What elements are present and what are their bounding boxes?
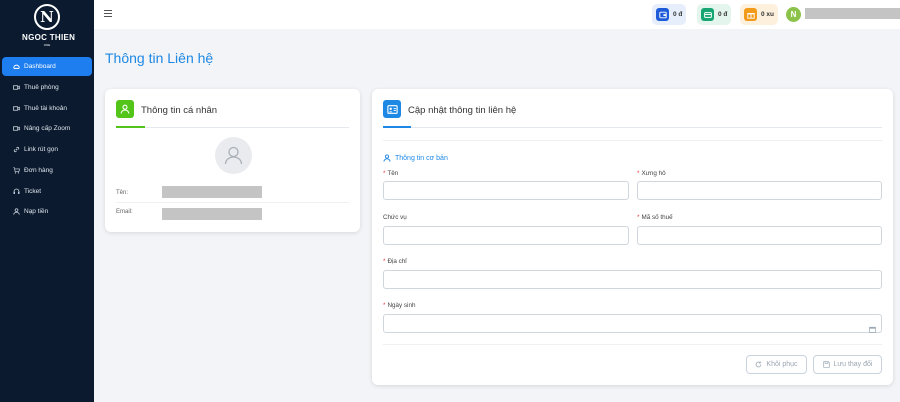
ten-input[interactable]: [383, 181, 629, 200]
info-row-divider: [116, 202, 349, 203]
sidebar-item-thue-tai-khoan[interactable]: Thuê tài khoản: [2, 99, 92, 118]
xung-ho-label: *Xưng hô: [637, 170, 666, 177]
username-redacted[interactable]: [805, 8, 900, 19]
sidebar-item-dashboard[interactable]: Dashboard: [2, 57, 92, 76]
xu-balance-badge[interactable]: 0 xu: [740, 4, 778, 25]
menu-toggle-icon[interactable]: [104, 10, 112, 18]
save-icon: [823, 361, 830, 368]
wallet-icon: [656, 8, 669, 21]
ngay-sinh-input[interactable]: [383, 314, 882, 333]
profile-card-tab-indicator: [116, 126, 145, 128]
sidebar-item-thue-phong[interactable]: Thuê phòng: [2, 78, 92, 97]
ten-label: *Tên: [383, 170, 398, 177]
wallet-balance-badge[interactable]: 0 đ: [652, 4, 686, 25]
video-icon: [13, 84, 20, 91]
dia-chi-input[interactable]: [383, 270, 882, 289]
profile-card-divider: [116, 127, 349, 128]
card-balance-badge[interactable]: 0 đ: [697, 4, 731, 25]
ma-so-thue-input[interactable]: [637, 226, 882, 245]
sidebar-item-don-hang[interactable]: Đơn hàng: [2, 161, 92, 180]
sidebar-nav: Dashboard Thuê phòng Thuê tài khoản Nâng…: [2, 57, 92, 223]
section-title: Thông tin cơ bản: [395, 155, 448, 162]
xung-ho-input[interactable]: [637, 181, 882, 200]
email-value-redacted: [162, 208, 262, 220]
dia-chi-label: *Địa chỉ: [383, 258, 407, 265]
brand-name: NGOC THIEN: [22, 33, 72, 42]
video-icon: [13, 105, 20, 112]
profile-card: Thông tin cá nhân Tên: Email:: [105, 89, 360, 232]
video-icon: [13, 125, 20, 132]
gift-icon: [744, 8, 757, 21]
sidebar: N NGOC THIEN ONE Dashboard Thuê phòng Th…: [0, 0, 94, 402]
contact-card-title: Cập nhật thông tin liên hệ: [408, 105, 516, 116]
wallet-balance-value: 0 đ: [673, 11, 682, 18]
user-icon: [116, 100, 134, 118]
name-label: Tên:: [116, 190, 128, 196]
sidebar-item-ticket[interactable]: Ticket: [2, 182, 92, 201]
card-icon: [701, 8, 714, 21]
headset-icon: [13, 188, 20, 195]
chuc-vu-label: Chức vụ: [383, 214, 407, 221]
contact-card-divider: [383, 127, 882, 128]
sidebar-item-nap-tien[interactable]: Nạp tiền: [2, 202, 92, 221]
dashboard-icon: [13, 63, 20, 70]
profile-card-title: Thông tin cá nhân: [141, 105, 217, 116]
card-balance-value: 0 đ: [718, 11, 727, 18]
name-value-redacted: [162, 186, 262, 198]
cart-icon: [13, 167, 20, 174]
contact-card-tab-indicator: [383, 126, 411, 128]
section-divider: [383, 140, 882, 141]
calendar-icon[interactable]: [869, 320, 876, 338]
sidebar-item-nang-cap-zoom[interactable]: Nâng cấp Zoom: [2, 119, 92, 138]
brand-tagline: ONE: [22, 43, 72, 47]
ngay-sinh-label: *Ngày sinh: [383, 302, 415, 309]
user-icon: [13, 208, 20, 215]
reset-button[interactable]: Khôi phục: [746, 355, 807, 374]
footer-divider: [383, 344, 882, 345]
user-icon: [383, 154, 391, 162]
section-heading: Thông tin cơ bản: [383, 154, 448, 162]
profile-avatar-placeholder: [215, 137, 252, 174]
user-placeholder-icon: [215, 137, 252, 174]
ma-so-thue-label: *Mã số thuế: [637, 214, 673, 221]
top-bar: 0 đ 0 đ 0 xu N: [94, 0, 900, 29]
sidebar-item-link-rut-gon[interactable]: Link rút gọn: [2, 140, 92, 159]
save-button[interactable]: Lưu thay đổi: [813, 355, 882, 374]
brand-logo[interactable]: N NGOC THIEN ONE: [22, 4, 72, 50]
link-icon: [13, 146, 20, 153]
user-avatar[interactable]: N: [786, 7, 801, 22]
contact-card: Cập nhật thông tin liên hệ Thông tin cơ …: [372, 89, 893, 385]
email-label: Email:: [116, 209, 133, 215]
refresh-icon: [755, 361, 762, 368]
chuc-vu-input[interactable]: [383, 226, 629, 245]
xu-balance-value: 0 xu: [761, 11, 774, 18]
contact-card-icon: [383, 100, 401, 118]
logo-monogram: N: [34, 4, 60, 30]
page-title: Thông tin Liên hệ: [105, 50, 213, 66]
